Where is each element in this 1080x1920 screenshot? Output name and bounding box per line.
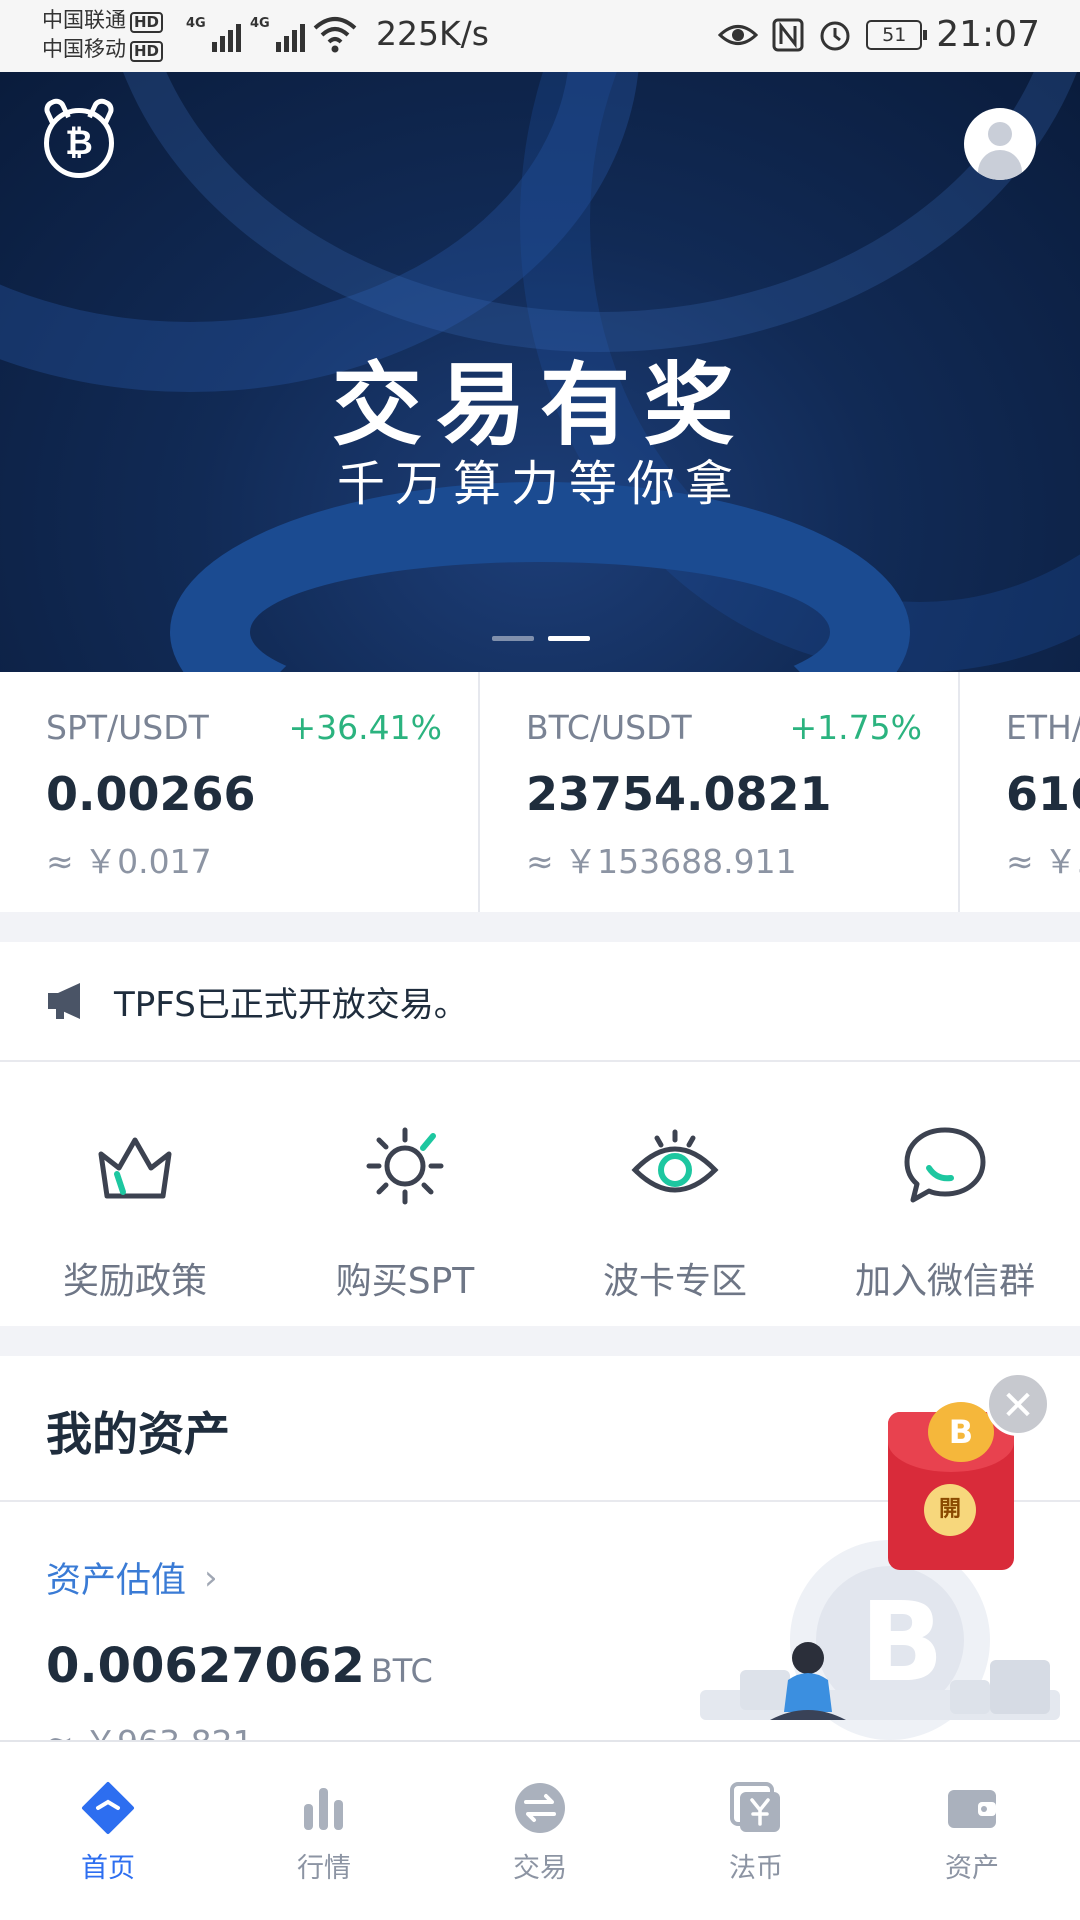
exchange-icon [515,1783,565,1833]
quick-item-reward-policy[interactable]: 奖励政策 [0,1062,270,1326]
app-screen: 中国联通 HD 中国移动 HD 4G 4G 225K/s 51 21:07 ₿ … [0,0,1080,1920]
bitcoin-bull-logo[interactable]: ₿ [44,108,114,178]
promo-banner[interactable]: ₿ 交易有奖 千万算力等你拿 [0,72,1080,672]
carrier-1: 中国联通 [42,8,126,32]
ticker-price: 23754.0821 [526,767,832,821]
tab-label: 资产 [945,1853,999,1884]
megaphone-icon [48,983,80,1019]
ticker-pair: ETH/ [1006,708,1080,747]
tab-label: 交易 [513,1853,567,1884]
carousel-dot-active[interactable] [548,636,590,641]
chevron-right-icon: › [204,1557,218,1598]
sun-icon [366,1127,444,1205]
tab-market[interactable]: 行情 [216,1742,432,1920]
eye-comfort-icon [718,24,759,45]
quick-item-join-wechat[interactable]: 加入微信群 [810,1062,1080,1326]
quick-item-label: 奖励政策 [62,1261,207,1302]
ticker-cny: ≈ ￥3 [1006,842,1080,881]
chat-bubble-icon [904,1127,986,1203]
tab-label: 法币 [729,1853,783,1884]
tab-trade[interactable]: 交易 [432,1742,648,1920]
asset-total-value: 0.00627062 BTC [46,1638,433,1694]
hd-badge: HD [130,12,164,33]
svg-text:B: B [860,1578,944,1706]
market-tickers: SPT/USDT +36.41% 0.00266 ≈ ￥0.017 BTC/US… [0,672,1080,912]
announcement-text: TPFS已正式开放交易。 [114,984,468,1025]
assets-title: 我的资产 [46,1407,230,1461]
ticker-card-spt[interactable]: SPT/USDT +36.41% 0.00266 ≈ ￥0.017 [0,672,480,912]
signal-icon: 4G [186,16,241,52]
wallet-icon [948,1790,996,1828]
status-bar: 中国联通 HD 中国移动 HD 4G 4G 225K/s 51 21:07 [0,0,1080,72]
asset-unit: BTC [370,1652,433,1690]
crown-icon [98,1137,172,1199]
tab-assets[interactable]: 资产 [864,1742,1080,1920]
quick-menu: 奖励政策 购买SPT 波卡专区 加入微信群 [0,1062,1080,1326]
eye-icon [631,1129,719,1193]
quick-item-label: 波卡专区 [602,1261,747,1302]
user-avatar-button[interactable] [964,108,1036,180]
quick-item-polkadot-zone[interactable]: 波卡专区 [540,1062,810,1326]
banner-title: 交易有奖 [332,353,748,458]
ticker-price: 0.00266 [46,767,256,821]
home-icon [82,1782,134,1834]
quick-item-label: 购买SPT [335,1261,475,1302]
carrier-2: 中国移动 [42,37,126,61]
carousel-indicator [492,636,590,641]
carrier-info: 中国联通 HD 中国移动 HD [42,6,164,64]
nfc-icon [772,18,804,51]
wifi-icon [313,17,357,53]
quick-item-buy-spt[interactable]: 购买SPT [270,1062,540,1326]
tab-label: 首页 [81,1853,135,1884]
alarm-icon [820,21,850,50]
quick-item-label: 加入微信群 [854,1261,1035,1302]
ticker-cny: ≈ ￥0.017 [46,842,212,881]
tab-fiat[interactable]: 法币 [648,1742,864,1920]
clock: 21:07 [936,14,1040,55]
red-packet-button[interactable]: B 開 [888,1402,1014,1570]
network-speed: 225K/s [376,14,489,53]
bar-chart-icon [304,1788,343,1830]
open-label: 開 [924,1484,976,1536]
ticker-change: +1.75% [789,708,922,747]
bitcoin-coin-icon: B [928,1402,994,1462]
signal-icon: 4G [250,16,305,52]
announcement-bar[interactable]: TPFS已正式开放交易。 [0,942,1080,1062]
tab-home[interactable]: 首页 [0,1742,216,1920]
ticker-price: 616 [1006,767,1080,821]
battery-icon: 51 [866,19,928,50]
ticker-card-btc[interactable]: BTC/USDT +1.75% 23754.0821 ≈ ￥153688.911 [480,672,960,912]
close-icon[interactable]: ✕ [986,1372,1050,1436]
ticker-card-eth[interactable]: ETH/ 616 ≈ ￥3 [960,672,1080,912]
tab-label: 行情 [297,1853,351,1884]
bottom-tab-bar: 首页 行情 交易 法币 资产 [0,1740,1080,1920]
fiat-icon [730,1782,780,1832]
ticker-change: +36.41% [288,708,442,747]
ticker-cny: ≈ ￥153688.911 [526,842,797,881]
asset-valuation-link[interactable]: 资产估值 › [46,1552,218,1603]
hd-badge: HD [130,41,164,62]
carousel-dot[interactable] [492,636,534,641]
banner-subtitle: 千万算力等你拿 [336,456,743,512]
